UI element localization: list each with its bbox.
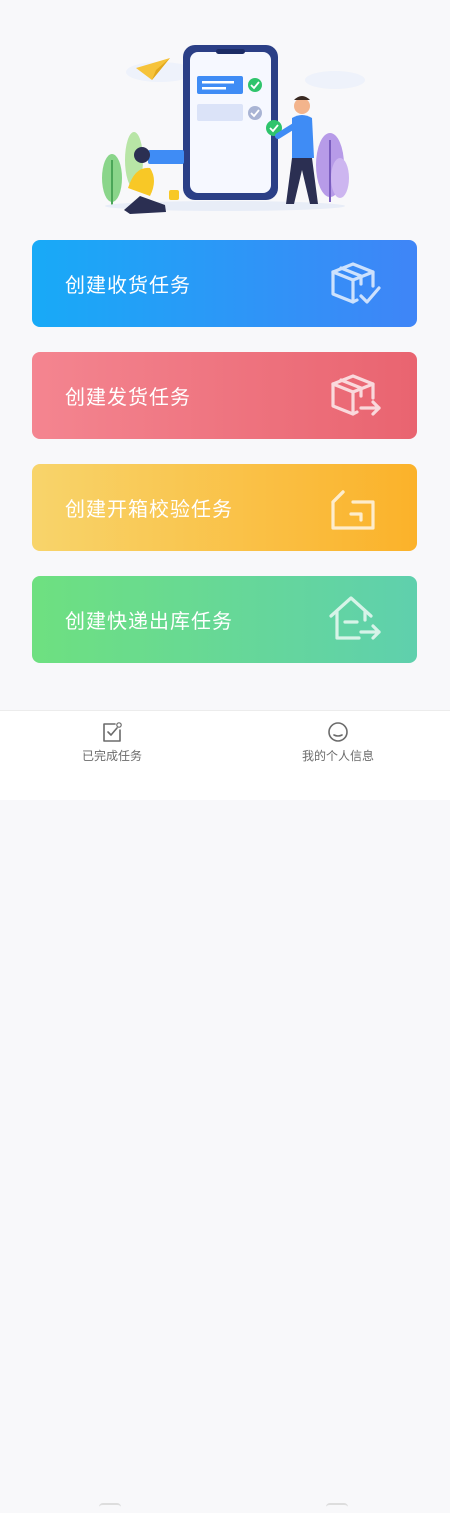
bottom-tab-bar: 已完成任务 我的个人信息 <box>0 710 450 1505</box>
create-receive-task-button[interactable]: 创建收货任务 <box>32 240 417 327</box>
scroll-hint-right <box>326 1503 348 1513</box>
create-receive-task-label: 创建收货任务 <box>65 273 191 297</box>
open-box-icon <box>327 480 383 536</box>
tab-my-profile[interactable]: 我的个人信息 <box>278 721 398 764</box>
create-unbox-inspection-task-label: 创建开箱校验任务 <box>65 497 233 521</box>
hero-illustration <box>0 0 450 230</box>
box-arrow-icon <box>327 368 383 424</box>
tab-completed-tasks[interactable]: 已完成任务 <box>52 721 172 764</box>
create-express-outbound-task-button[interactable]: 创建快递出库任务 <box>32 576 417 663</box>
user-icon <box>327 721 349 743</box>
create-ship-task-button[interactable]: 创建发货任务 <box>32 352 417 439</box>
create-unbox-inspection-task-button[interactable]: 创建开箱校验任务 <box>32 464 417 551</box>
tab-my-profile-label: 我的个人信息 <box>301 749 374 763</box>
scroll-hint-left <box>99 1503 121 1513</box>
checklist-icon <box>101 721 123 743</box>
create-express-outbound-task-label: 创建快递出库任务 <box>65 609 233 633</box>
tab-completed-tasks-label: 已完成任务 <box>81 749 142 763</box>
box-check-icon <box>327 256 383 312</box>
house-arrow-icon <box>327 592 383 648</box>
create-ship-task-label: 创建发货任务 <box>65 385 191 409</box>
